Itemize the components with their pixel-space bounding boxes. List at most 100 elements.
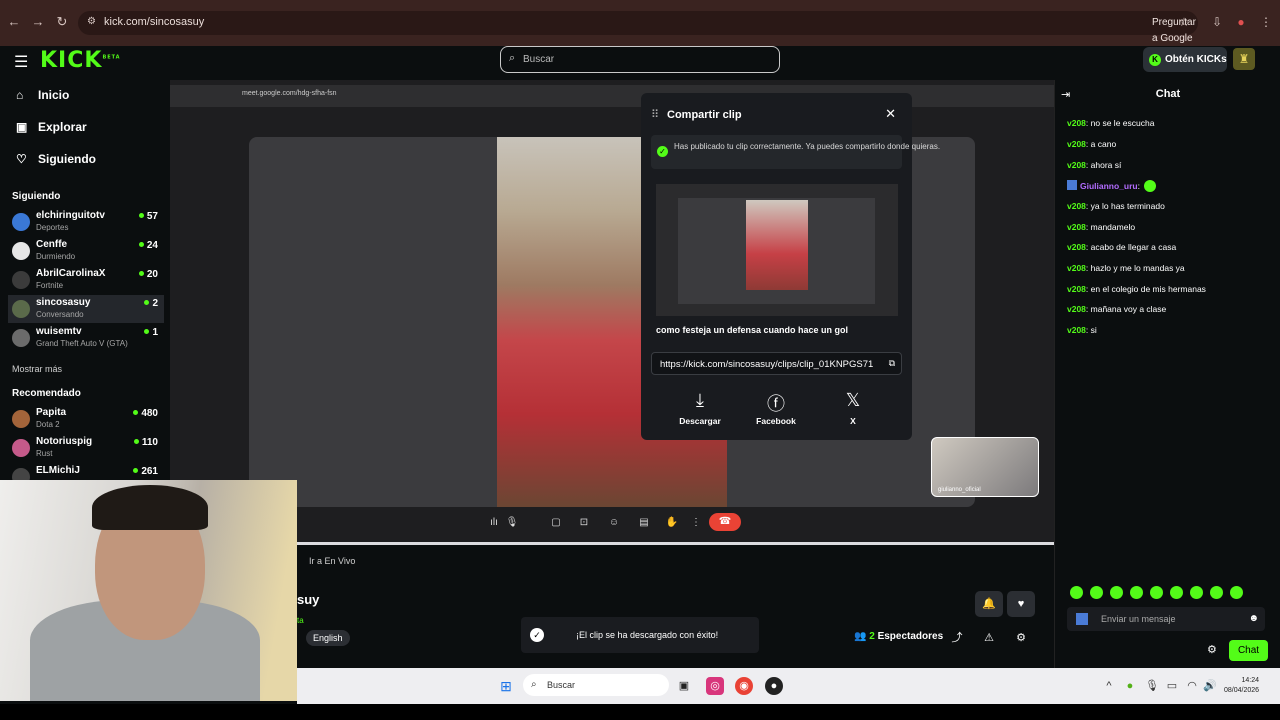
- avatar: [12, 271, 30, 289]
- emote-bar: [1070, 586, 1270, 600]
- emote-icon[interactable]: [1130, 586, 1143, 599]
- chrome-icon[interactable]: ◉: [735, 677, 753, 695]
- emoji-picker-icon[interactable]: ☻: [1248, 613, 1259, 624]
- search-icon: ⌕: [531, 679, 537, 690]
- share-clip-modal: ⠿ Compartir clip ✕ ✓ Has publicado tu cl…: [641, 93, 940, 440]
- tray-display-icon[interactable]: ▭: [1163, 677, 1181, 695]
- chat-message: v208: ya lo has terminado: [1067, 201, 1165, 211]
- chat-send-button[interactable]: Chat: [1229, 640, 1268, 661]
- download-button[interactable]: ⤓ Descargar: [670, 390, 730, 426]
- recommended-channel[interactable]: Notoriuspig Rust 110: [8, 434, 164, 462]
- app-icon[interactable]: ●: [765, 677, 783, 695]
- kick-logo[interactable]: KICKBETA: [40, 48, 121, 73]
- chat-input[interactable]: Enviar un mensaje ☻: [1067, 607, 1265, 631]
- go-live-link[interactable]: Ir a En Vivo: [309, 556, 355, 566]
- instagram-icon[interactable]: ◎: [706, 677, 724, 695]
- nav-inicio[interactable]: ⌂ Inicio: [16, 88, 69, 108]
- ask-google-button[interactable]: Preguntar a Google: [1146, 15, 1202, 44]
- clip-thumbnail[interactable]: [656, 184, 898, 316]
- url-text: kick.com/sincosasuy: [104, 16, 205, 28]
- avatar[interactable]: ♜: [1233, 48, 1255, 70]
- taskbar-search-input[interactable]: ⌕ Buscar: [523, 674, 669, 696]
- show-more-link[interactable]: Mostrar más: [12, 364, 62, 374]
- volume-icon[interactable]: 🔊: [1201, 677, 1219, 695]
- success-message: ✓ Has publicado tu clip correctamente. Y…: [651, 135, 940, 169]
- emote-icon[interactable]: [1110, 586, 1123, 599]
- nav-siguiendo[interactable]: ♡ Siguiendo: [16, 152, 96, 172]
- follow-heart-button[interactable]: ♥: [1007, 591, 1035, 617]
- tray-chevron-icon[interactable]: ^: [1100, 677, 1118, 695]
- emote-icon[interactable]: [1210, 586, 1223, 599]
- chat-message: v208: en el colegio de mis hermanas: [1067, 284, 1206, 294]
- back-icon[interactable]: ←: [6, 14, 22, 30]
- drag-handle-icon[interactable]: ⠿: [651, 108, 659, 121]
- emote-icon[interactable]: [1150, 586, 1163, 599]
- hamburger-menu-icon[interactable]: ☰: [14, 52, 28, 72]
- report-icon[interactable]: ⚠: [981, 630, 997, 646]
- clip-url-field[interactable]: https://kick.com/sincosasuy/clips/clip_0…: [651, 352, 902, 375]
- emote-icon[interactable]: [1070, 586, 1083, 599]
- present-icon: ⊡: [579, 517, 589, 528]
- site-info-icon[interactable]: ⚙: [87, 16, 96, 27]
- system-clock[interactable]: 14:24 08/04/2026: [1224, 676, 1259, 696]
- recommended-channel[interactable]: Papita Dota 2 480: [8, 405, 164, 433]
- get-kicks-button[interactable]: K Obtén KICKs: [1143, 47, 1227, 72]
- heart-icon: ♡: [16, 152, 27, 166]
- emote-icon[interactable]: [1190, 586, 1203, 599]
- following-channel[interactable]: AbrilCarolinaX Fortnite 20: [8, 266, 164, 294]
- browser-chrome: ← → ↻ ⚙ kick.com/sincosasuy Preguntar a …: [0, 0, 1280, 46]
- avatar: [12, 242, 30, 260]
- user-options-icon[interactable]: ⚙: [1013, 630, 1029, 646]
- profile-icon[interactable]: ●: [1233, 14, 1249, 30]
- chat-panel: ⇥ Chat v208: no se le escucha v208: a ca…: [1054, 80, 1280, 668]
- compass-icon: ▣: [16, 120, 28, 134]
- chat-message: v208: mañana voy a clase: [1067, 304, 1167, 314]
- thumb-person: [746, 200, 808, 290]
- chat-settings-icon[interactable]: ⚙: [1207, 643, 1217, 656]
- x-icon: 𝕏: [845, 390, 861, 410]
- bookmark-star-icon[interactable]: ☆: [1176, 14, 1192, 30]
- webcam-hair: [92, 485, 208, 530]
- emote-icon[interactable]: [1090, 586, 1103, 599]
- audio-icon: ılı: [490, 517, 498, 528]
- inner-url: meet.google.com/hdg-sfha-fsn: [242, 90, 337, 97]
- bottom-strip: [0, 704, 1280, 720]
- chat-message: v208: si: [1067, 325, 1097, 335]
- copy-icon[interactable]: ⧉: [889, 358, 895, 369]
- channel-category[interactable]: ta: [297, 616, 304, 625]
- badge-icon: [1076, 613, 1088, 625]
- x-share-button[interactable]: 𝕏 X: [823, 390, 883, 426]
- wifi-icon[interactable]: ◠: [1183, 677, 1201, 695]
- address-bar[interactable]: ⚙ kick.com/sincosasuy Preguntar a Google: [78, 11, 1198, 44]
- emote-icon: [1144, 180, 1156, 192]
- following-channel[interactable]: elchiringuitotv Deportes 57: [8, 208, 164, 236]
- facebook-share-button[interactable]: ⓕ Facebook: [746, 390, 806, 426]
- notification-bell-button[interactable]: 🔔: [975, 591, 1003, 617]
- windows-start-icon[interactable]: ⊞: [497, 677, 515, 695]
- file-explorer-icon[interactable]: ▣: [675, 677, 693, 695]
- share-icon[interactable]: ⤴: [949, 630, 965, 646]
- menu-icon[interactable]: ⋮: [1258, 14, 1274, 30]
- participant-tile: giulianno_oficial: [931, 437, 1039, 497]
- check-icon: ✓: [657, 146, 668, 157]
- channel-name[interactable]: suy: [297, 592, 319, 607]
- forward-icon[interactable]: →: [30, 14, 46, 30]
- following-channel-selected[interactable]: sincosasuy Conversando 2: [8, 295, 164, 323]
- following-channel[interactable]: Cenffe Durmiendo 24: [8, 237, 164, 265]
- hand-icon: ✋: [665, 517, 679, 528]
- download-icon[interactable]: ⇩: [1209, 14, 1225, 30]
- search-input[interactable]: ⌕ Buscar: [500, 46, 780, 73]
- language-tag[interactable]: English: [306, 630, 350, 646]
- avatar: [12, 300, 30, 318]
- following-channel[interactable]: wuisemtv Grand Theft Auto V (GTA) 1: [8, 324, 164, 352]
- tray-app-icon[interactable]: ●: [1121, 677, 1139, 695]
- emote-icon[interactable]: [1230, 586, 1243, 599]
- emote-icon[interactable]: [1170, 586, 1183, 599]
- more-icon: ⋮: [691, 517, 701, 528]
- reload-icon[interactable]: ↻: [54, 14, 70, 30]
- following-title: Siguiendo: [12, 191, 61, 202]
- nav-explorar[interactable]: ▣ Explorar: [16, 120, 87, 140]
- end-call-icon: ☎: [709, 513, 741, 531]
- close-icon[interactable]: ✕: [885, 106, 896, 122]
- tray-mic-icon[interactable]: 🎙: [1143, 677, 1161, 695]
